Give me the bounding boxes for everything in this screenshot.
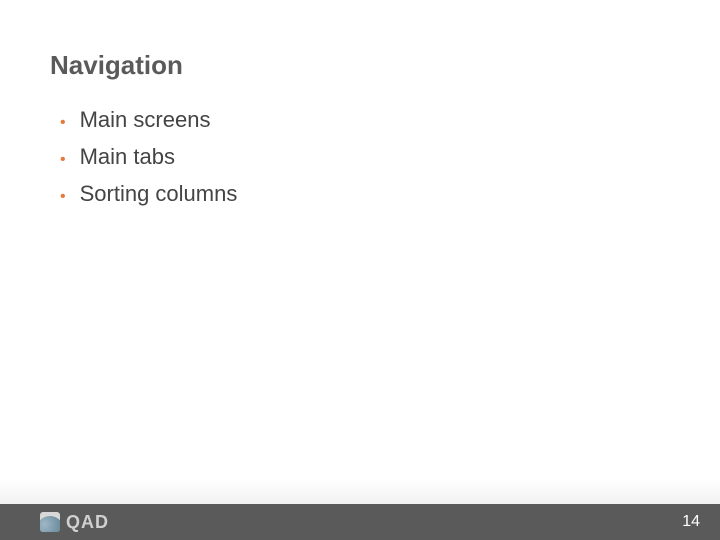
footer-shadow <box>0 480 720 504</box>
bullet-list: • Main screens • Main tabs • Sorting col… <box>50 105 670 209</box>
bullet-dot-icon: • <box>60 112 66 134</box>
bullet-text: Sorting columns <box>80 179 238 210</box>
bullet-dot-icon: • <box>60 149 66 171</box>
list-item: • Sorting columns <box>60 179 670 210</box>
bullet-text: Main screens <box>80 105 211 136</box>
logo-text: QAD <box>66 512 109 533</box>
slide-title: Navigation <box>50 50 670 81</box>
logo: QAD <box>40 512 109 533</box>
bullet-dot-icon: • <box>60 186 66 208</box>
list-item: • Main tabs <box>60 142 670 173</box>
footer-bar: QAD 14 <box>0 504 720 540</box>
globe-icon <box>40 512 60 532</box>
bullet-text: Main tabs <box>80 142 175 173</box>
list-item: • Main screens <box>60 105 670 136</box>
page-number: 14 <box>682 513 700 531</box>
slide-content: Navigation • Main screens • Main tabs • … <box>0 0 720 209</box>
